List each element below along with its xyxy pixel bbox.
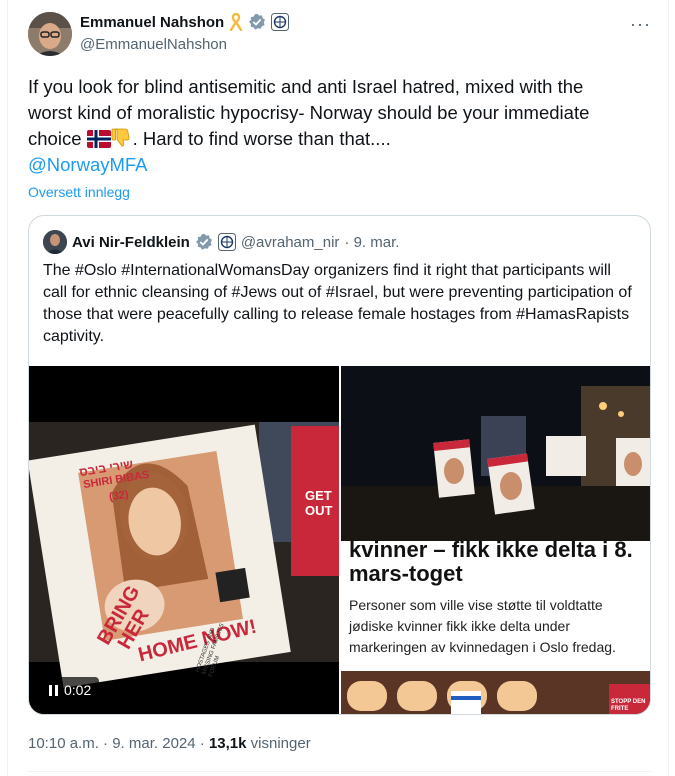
view-label: visninger <box>250 735 311 752</box>
article-headline: mars-toget <box>349 561 463 586</box>
author-name-row: Emmanuel Nahshon <box>80 13 290 31</box>
protest-sign-text: STOPP DEN FRITE <box>611 699 646 712</box>
quoted-text: The #Oslo #InternationalWomansDay organi… <box>43 262 632 345</box>
article-image[interactable]: STOPP DEN FRITE kvinner – fikk ikke delt… <box>341 366 650 714</box>
tweet-text-line: worst kind of moralistic hypocrisy- Norw… <box>28 102 590 123</box>
quoted-author-handle: @avraham_nir <box>240 233 340 251</box>
author-name[interactable]: Emmanuel Nahshon <box>80 14 224 31</box>
author-handle[interactable]: @EmmanuelNahshon <box>80 36 227 53</box>
thumbs-down-icon <box>111 126 133 148</box>
pause-icon[interactable] <box>49 684 58 696</box>
tweet-text-line: If you look for blind antisemitic and an… <box>28 76 584 97</box>
divider <box>28 771 651 772</box>
article-headline-partial: kvinner – fikk ikke delta i 8. <box>349 537 633 562</box>
verified-badge-icon <box>195 233 213 251</box>
tweet-text-line: choice . Hard to find worse than that...… <box>28 126 638 152</box>
org-badge-icon <box>217 233 236 251</box>
tweet-timestamp[interactable]: 10:10 a.m. · 9. mar. 2024 · <box>28 735 205 752</box>
norway-flag-icon <box>86 130 111 148</box>
tweet-text-segment: . Hard to find worse than that.... <box>132 128 391 149</box>
translate-post-link[interactable]: Oversett innlegg <box>28 184 130 200</box>
tweet-meta: 10:10 a.m. · 9. mar. 2024 · 13,1k visnin… <box>28 735 311 752</box>
quoted-author-name[interactable]: Avi Nir-Feldklein <box>72 234 190 251</box>
quoted-author-avatar[interactable] <box>43 230 67 254</box>
article-body: Personer som ville vise støtte til voldt… <box>349 597 616 655</box>
ribbon-icon <box>229 13 243 31</box>
quoted-media[interactable]: שירי ביבס SHIRI BIBAS (32) BRING HER HOM… <box>29 366 650 714</box>
quoted-author-row: Avi Nir-Feldklein @avraham_nir · 9. mar. <box>43 230 399 254</box>
more-options-button[interactable]: ··· <box>630 14 651 35</box>
view-count: 13,1k <box>208 735 247 752</box>
author-avatar[interactable] <box>28 12 72 56</box>
quoted-date: · 9. mar. <box>344 233 400 251</box>
tweet-text: If you look for blind antisemitic and an… <box>28 74 638 178</box>
video-player[interactable]: שירי ביבס SHIRI BIBAS (32) BRING HER HOM… <box>29 366 339 714</box>
video-time: 0:02 <box>64 682 92 698</box>
org-badge-icon[interactable] <box>271 13 290 31</box>
poster-get-out-text: GET OUT <box>305 488 333 518</box>
video-time-badge[interactable]: 0:02 <box>41 677 100 703</box>
tweet-text-segment: choice <box>28 128 82 149</box>
mention-link[interactable]: @NorwayMFA <box>28 152 638 178</box>
news-article-snippet: kvinner – fikk ikke delta i 8. mars-toge… <box>341 537 650 671</box>
verified-badge-icon[interactable] <box>248 13 266 31</box>
quoted-tweet[interactable]: Avi Nir-Feldklein @avraham_nir · 9. mar.… <box>28 215 651 715</box>
